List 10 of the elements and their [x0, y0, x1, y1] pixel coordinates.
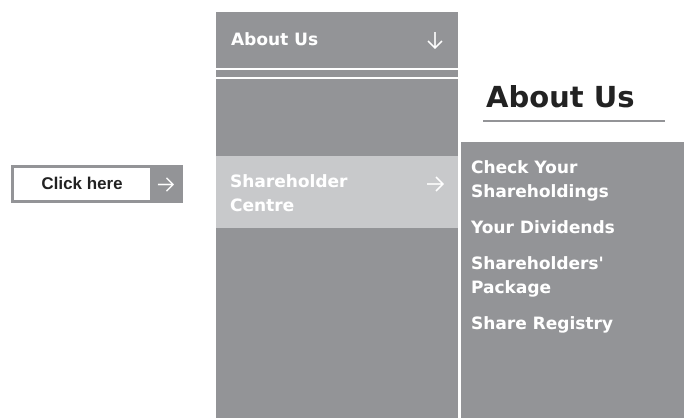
right-arrow-icon: [156, 176, 174, 192]
submenu-item[interactable]: Shareholders' Package: [471, 252, 604, 300]
submenu-item[interactable]: Check Your Shareholdings: [471, 156, 609, 204]
right-arrow-icon: [426, 175, 444, 193]
menu-header[interactable]: About Us: [216, 12, 458, 68]
menu-header-label: About Us: [231, 30, 318, 50]
submenu-heading: About Us: [483, 76, 665, 122]
submenu-item[interactable]: Your Dividends: [471, 216, 615, 240]
click-here-button[interactable]: Click here: [11, 165, 183, 203]
submenu-item[interactable]: Share Registry: [471, 312, 613, 336]
